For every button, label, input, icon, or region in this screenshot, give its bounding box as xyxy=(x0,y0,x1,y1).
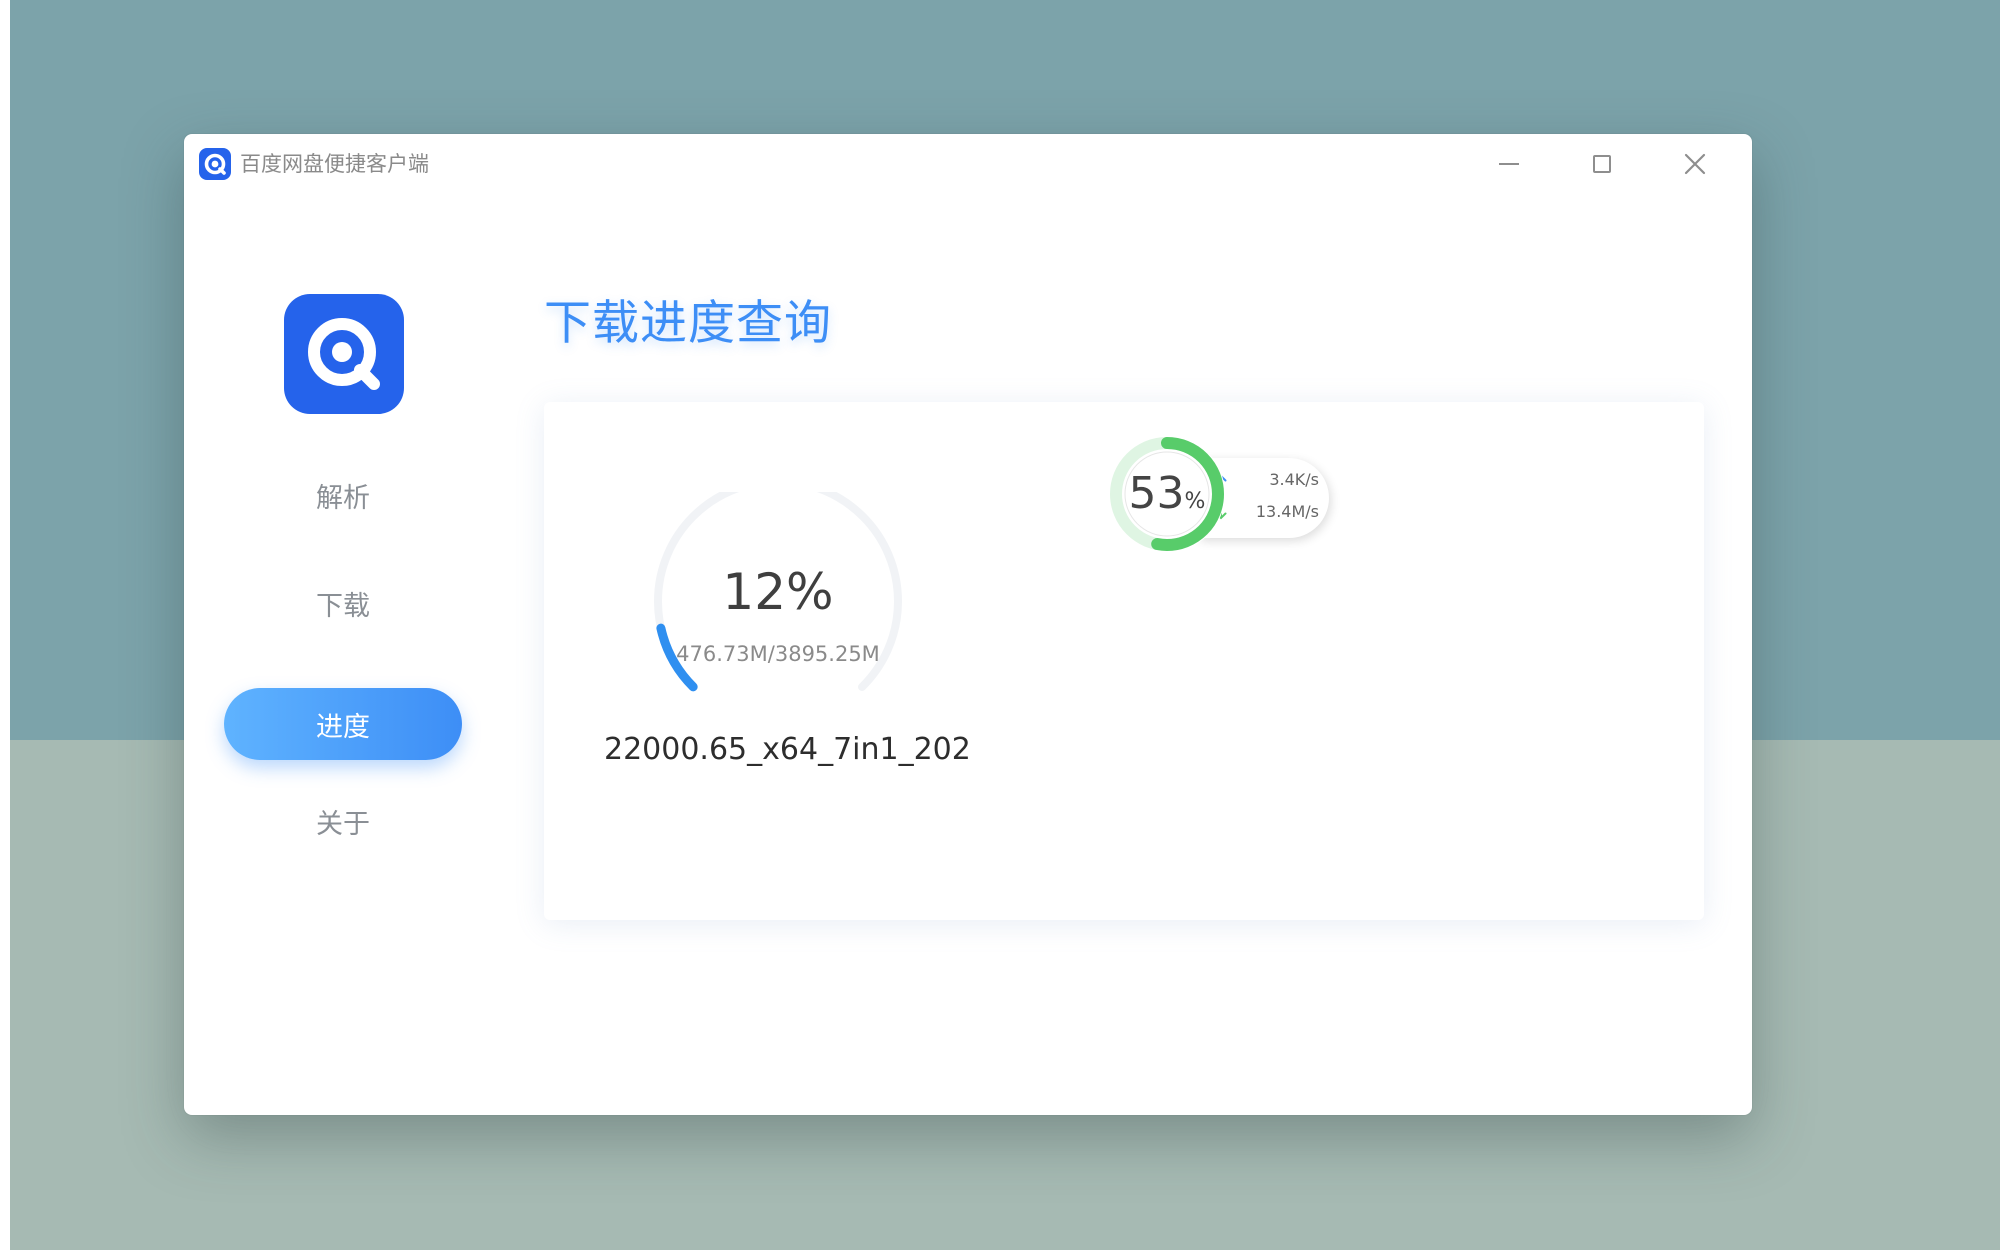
download-size: 476.73M/3895.25M xyxy=(676,642,880,666)
sidebar-item-label: 关于 xyxy=(316,808,370,840)
sidebar-item-label: 解析 xyxy=(316,482,370,514)
download-percent: 12% xyxy=(722,563,834,621)
maximize-button[interactable] xyxy=(1577,142,1627,186)
close-icon xyxy=(1684,153,1706,175)
speed-percent-unit: % xyxy=(1184,489,1206,514)
app-window: 百度网盘便捷客户端 解析 下载 进度 关于 下载进度查询 12% 476.73M… xyxy=(184,134,1752,1115)
file-name: 22000.65_x64_7in1_202 xyxy=(604,732,971,767)
speed-widget: 3.4K/s 13.4M/s 53% xyxy=(1099,422,1359,562)
maximize-icon xyxy=(1593,155,1611,173)
upload-speed: 3.4K/s xyxy=(1269,470,1319,489)
title-bar[interactable]: 百度网盘便捷客户端 xyxy=(184,134,1752,194)
speed-percent-value: 53 xyxy=(1128,468,1185,519)
download-speed: 13.4M/s xyxy=(1255,502,1319,521)
sidebar-item-progress[interactable]: 进度 xyxy=(224,688,462,760)
sidebar-item-download[interactable]: 下载 xyxy=(224,567,462,639)
page-title: 下载进度查询 xyxy=(544,296,832,351)
minimize-icon xyxy=(1499,163,1519,165)
download-progress-card: 12% 476.73M/3895.25M 22000.65_x64_7in1_2… xyxy=(544,402,1704,920)
minimize-button[interactable] xyxy=(1484,142,1534,186)
app-icon xyxy=(199,148,231,180)
sidebar-item-parse[interactable]: 解析 xyxy=(224,459,462,531)
close-button[interactable] xyxy=(1670,142,1720,186)
speed-percent: 53% xyxy=(1119,468,1215,529)
sidebar-item-about[interactable]: 关于 xyxy=(224,785,462,857)
window-title: 百度网盘便捷客户端 xyxy=(240,152,429,176)
baidu-netdisk-logo-icon xyxy=(284,294,404,414)
sidebar-item-label: 进度 xyxy=(316,711,370,743)
sidebar-item-label: 下载 xyxy=(316,590,370,622)
